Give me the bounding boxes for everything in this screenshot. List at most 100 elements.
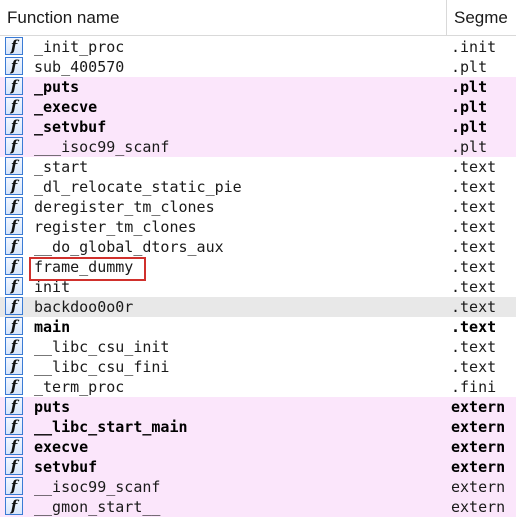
function-icon: f [5,297,23,315]
function-row[interactable]: f _term_proc .fini [0,377,516,397]
function-row[interactable]: f _setvbuf .plt [0,117,516,137]
function-icon: f [5,437,23,455]
function-segment: .init [451,38,497,56]
function-row[interactable]: f register_tm_clones .text [0,217,516,237]
function-segment: .plt [451,98,488,116]
function-name-column-header[interactable]: Function name [7,0,437,36]
function-name: ___isoc99_scanf [34,138,170,156]
function-name: __libc_start_main [34,418,188,436]
function-icon: f [5,157,23,175]
function-row[interactable]: f __gmon_start__ extern [0,497,516,517]
function-row[interactable]: f _init_proc .init [0,37,516,57]
function-row[interactable]: f init .text [0,277,516,297]
function-segment: .text [451,218,497,236]
function-name: _start [34,158,89,176]
function-row[interactable]: f puts extern [0,397,516,417]
segment-column-header[interactable]: Segme [454,0,516,36]
function-segment: extern [451,458,506,476]
function-row[interactable]: f ___isoc99_scanf .plt [0,137,516,157]
function-icon: f [5,97,23,115]
function-segment: extern [451,398,506,416]
function-name: __libc_csu_init [34,338,170,356]
function-row[interactable]: f setvbuf extern [0,457,516,477]
function-icon: f [5,337,23,355]
function-name: register_tm_clones [34,218,197,236]
function-name: _setvbuf [34,118,107,136]
function-row[interactable]: f sub_400570 .plt [0,57,516,77]
function-icon: f [5,37,23,55]
function-icon: f [5,117,23,135]
function-name: main [34,318,71,336]
function-icon: f [5,57,23,75]
function-segment: .text [451,358,497,376]
function-name: execve [34,438,89,456]
function-icon: f [5,397,23,415]
function-row[interactable]: f frame_dummy .text [0,257,516,277]
function-row[interactable]: f _start .text [0,157,516,177]
function-row[interactable]: f _dl_relocate_static_pie .text [0,177,516,197]
function-icon: f [5,237,23,255]
function-name: _term_proc [34,378,125,396]
function-icon: f [5,277,23,295]
function-row[interactable]: f backdoo0o0r .text [0,297,516,317]
function-segment: .text [451,178,497,196]
function-row[interactable]: f _execve .plt [0,97,516,117]
function-name: _execve [34,98,98,116]
function-name: __libc_csu_fini [34,358,170,376]
function-icon: f [5,357,23,375]
function-segment: .text [451,258,497,276]
function-row[interactable]: f __isoc99_scanf extern [0,477,516,497]
function-segment: extern [451,418,506,436]
column-header: Function name Segme [0,0,516,36]
function-name: deregister_tm_clones [34,198,215,216]
function-name: puts [34,398,71,416]
function-name: setvbuf [34,458,98,476]
function-row[interactable]: f _puts .plt [0,77,516,97]
function-segment: .text [451,318,497,336]
function-icon: f [5,177,23,195]
function-icon: f [5,457,23,475]
function-segment: .text [451,198,497,216]
function-segment: .plt [451,118,488,136]
function-segment: .text [451,158,497,176]
function-name: _puts [34,78,80,96]
function-row[interactable]: f main .text [0,317,516,337]
function-segment: .text [451,298,497,316]
function-icon: f [5,317,23,335]
function-row[interactable]: f __libc_csu_init .text [0,337,516,357]
functions-list: f _init_proc .init f sub_400570 .plt f _puts .pl… [0,37,516,517]
function-name: sub_400570 [34,58,125,76]
function-icon: f [5,77,23,95]
function-name: __gmon_start__ [34,498,161,516]
function-name: frame_dummy [34,258,134,276]
column-divider[interactable] [446,0,447,36]
function-segment: .plt [451,138,488,156]
function-segment: extern [451,438,506,456]
function-icon: f [5,477,23,495]
function-row[interactable]: f deregister_tm_clones .text [0,197,516,217]
function-icon: f [5,217,23,235]
function-icon: f [5,257,23,275]
function-segment: .plt [451,58,488,76]
function-segment: .plt [451,78,488,96]
function-name: __isoc99_scanf [34,478,161,496]
function-row[interactable]: f __libc_start_main extern [0,417,516,437]
function-segment: .text [451,338,497,356]
function-row[interactable]: f __do_global_dtors_aux .text [0,237,516,257]
function-name: init [34,278,71,296]
function-segment: .fini [451,378,497,396]
function-icon: f [5,137,23,155]
function-segment: .text [451,278,497,296]
function-name: backdoo0o0r [34,298,134,316]
function-name: __do_global_dtors_aux [34,238,224,256]
function-icon: f [5,497,23,515]
function-icon: f [5,197,23,215]
function-name: _init_proc [34,38,125,56]
function-icon: f [5,417,23,435]
function-segment: extern [451,498,506,516]
function-segment: .text [451,238,497,256]
function-icon: f [5,377,23,395]
function-row[interactable]: f __libc_csu_fini .text [0,357,516,377]
function-name: _dl_relocate_static_pie [34,178,242,196]
function-row[interactable]: f execve extern [0,437,516,457]
